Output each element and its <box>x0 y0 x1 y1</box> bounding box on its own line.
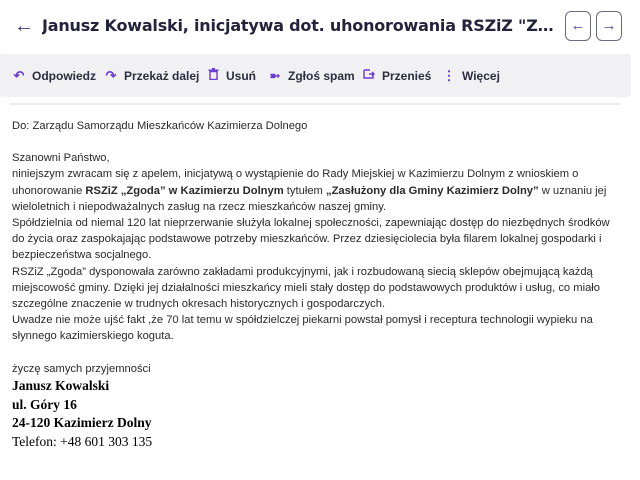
greeting: Szanowni Państwo, <box>12 152 110 165</box>
next-message-button[interactable]: → <box>596 11 622 41</box>
recipient-line: Do: Zarządu Samorządu Mieszkańców Kazimi… <box>12 120 308 132</box>
paragraph-2: Spółdzielnia od niemal 120 lat nieprzerw… <box>12 217 610 262</box>
more-button[interactable]: ⋮ Więcej <box>442 54 500 97</box>
signature-name: Janusz Kowalski <box>12 378 110 394</box>
honorary-title: „Zasłużony dla Gminy Kazimierz Dolny” <box>325 184 539 197</box>
signature-city: 24-120 Kazimierz Dolny <box>12 415 152 431</box>
forward-label: Przekaż dalej <box>124 68 200 83</box>
forward-icon: ↷ <box>105 67 117 83</box>
message-header: ← Janusz Kowalski, inicjatywa dot. uhono… <box>0 0 640 52</box>
reply-button[interactable]: ↶ Odpowiedz <box>12 54 96 97</box>
reply-icon: ↶ <box>13 67 25 83</box>
paragraph-3: RSZiZ „Zgoda” dysponowała zarówno zakład… <box>12 265 600 311</box>
paragraph-4: Uwadze nie może ujść fakt ,że 70 lat tem… <box>12 314 593 343</box>
thumbs-down-icon: ➼ <box>269 67 281 83</box>
arrow-left-icon: ← <box>570 17 586 34</box>
arrow-right-icon: → <box>601 17 617 34</box>
paragraph-1-connector: tytułem <box>283 184 326 197</box>
message-toolbar: ↶ Odpowiedz ↷ Przekaż dalej Usuń ➼ Zgłoś… <box>0 54 631 97</box>
reply-label: Odpowiedz <box>32 68 96 83</box>
report-spam-button[interactable]: ➼ Zgłoś spam <box>268 54 355 97</box>
message-body: Do: Zarządu Samorządu Mieszkańców Kazimi… <box>12 118 624 451</box>
cooperative-name: RSZiZ „Zgoda” w Kazimierzu Dolnym <box>85 184 284 197</box>
move-button[interactable]: Przenieś <box>362 54 431 97</box>
signature-street: ul. Góry 16 <box>12 396 77 412</box>
message-subject: Janusz Kowalski, inicjatywa dot. uhonoro… <box>42 16 560 35</box>
move-label: Przenieś <box>382 68 432 83</box>
move-folder-icon <box>362 68 376 83</box>
divider <box>10 103 620 105</box>
paragraph-1: niniejszym zwracam się z apelem, inicjat… <box>12 166 624 215</box>
more-vertical-icon: ⋮ <box>442 67 456 83</box>
previous-message-button[interactable]: ← <box>565 11 591 41</box>
delete-button[interactable]: Usuń <box>206 54 256 97</box>
back-arrow-icon[interactable]: ← <box>12 12 36 40</box>
trash-icon <box>206 68 220 83</box>
closing-line: życzę samych przyjemności <box>12 362 151 375</box>
more-label: Więcej <box>462 68 500 83</box>
signature-phone: Telefon: +48 601 303 135 <box>12 433 153 449</box>
delete-label: Usuń <box>226 68 256 83</box>
forward-button[interactable]: ↷ Przekaż dalej <box>104 54 200 97</box>
spam-label: Zgłoś spam <box>288 68 355 83</box>
